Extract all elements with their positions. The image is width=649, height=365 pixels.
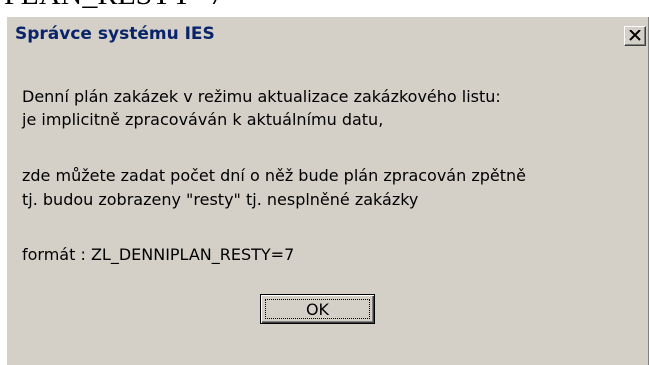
dialog-title: Správce systému IES	[15, 24, 215, 44]
message-line-2: je implicitně zpracováván k aktuálnímu d…	[22, 110, 384, 129]
close-icon	[629, 30, 641, 41]
message-line-5: formát : ZL_DENNIPLAN_RESTY=7	[22, 245, 295, 264]
message-line-4: tj. budou zobrazeny "resty" tj. nesplněn…	[22, 190, 419, 209]
close-button[interactable]	[624, 26, 646, 46]
background-document-text: PLAN_RESTY=7	[4, 0, 224, 12]
ok-button[interactable]: OK	[260, 294, 375, 324]
message-line-3: zde můžete zadat počet dní o něž bude pl…	[22, 166, 526, 185]
message-line-1: Denní plán zakázek v režimu aktualizace …	[22, 87, 501, 106]
ok-button-label: OK	[265, 299, 370, 319]
dialog-titlebar[interactable]: Správce systému IES	[10, 20, 646, 50]
message-dialog: Správce systému IES Denní plán zakázek v…	[6, 16, 649, 365]
